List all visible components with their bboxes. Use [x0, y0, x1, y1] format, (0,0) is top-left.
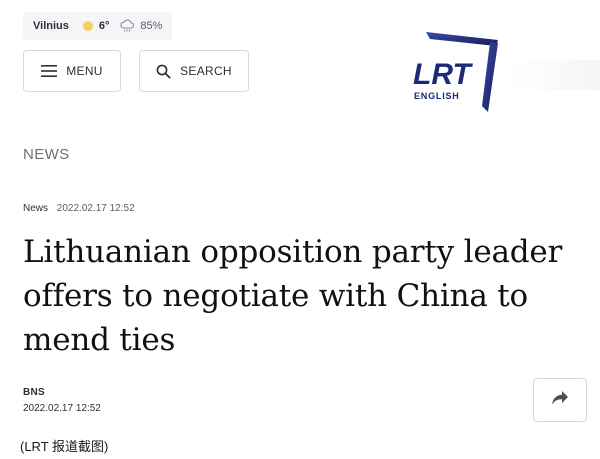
- article-author: BNS: [23, 387, 46, 398]
- sun-icon: [82, 21, 93, 31]
- search-button[interactable]: SEARCH: [139, 50, 249, 92]
- article-datetime: 2022.02.17 12:52: [56, 203, 135, 214]
- rain-cloud-icon: [119, 19, 135, 33]
- share-arrow-icon: [551, 390, 569, 411]
- share-button[interactable]: [533, 378, 587, 422]
- hamburger-icon: [41, 65, 58, 77]
- header-edge-shade: [508, 60, 600, 90]
- article-headline: Lithuanian opposition party leader offer…: [23, 234, 563, 358]
- menu-button[interactable]: MENU: [23, 50, 121, 92]
- menu-button-label: MENU: [66, 64, 103, 78]
- search-icon: [156, 64, 171, 79]
- image-caption: (LRT 报道截图): [20, 439, 109, 454]
- lrt-english-logo[interactable]: LRT ENGLISH: [408, 28, 504, 114]
- logo-text: LRT: [413, 58, 473, 91]
- search-button-label: SEARCH: [180, 64, 232, 78]
- weather-temperature: 6°: [98, 20, 110, 32]
- article-category[interactable]: News: [23, 203, 48, 214]
- section-label[interactable]: NEWS: [23, 146, 70, 163]
- weather-humidity: 85%: [140, 20, 163, 32]
- logo-subtext: ENGLISH: [414, 91, 460, 101]
- weather-widget: Vilnius 6° 85%: [23, 12, 173, 40]
- weather-city: Vilnius: [33, 20, 69, 32]
- article-published-date: 2022.02.17 12:52: [23, 403, 101, 414]
- article-meta: News 2022.02.17 12:52: [23, 203, 135, 214]
